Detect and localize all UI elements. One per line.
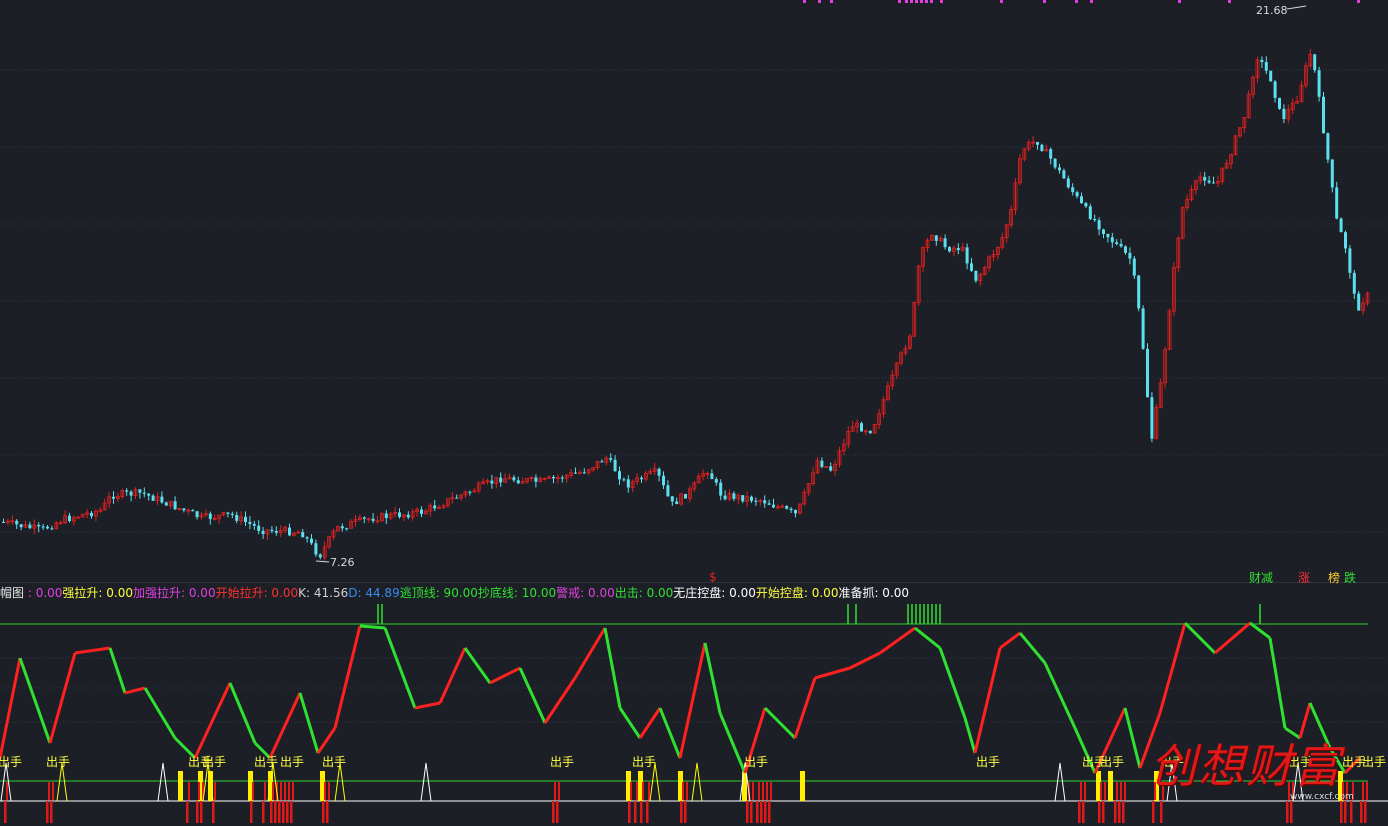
high-price-label: 21.68 bbox=[1256, 4, 1288, 17]
signal-label: 出手 bbox=[46, 755, 70, 769]
candlestick-series bbox=[2, 49, 1370, 561]
low-price-label: 7.26 bbox=[330, 556, 355, 569]
signal-dots bbox=[803, 0, 1360, 3]
low-arrow bbox=[315, 560, 330, 563]
tag-3[interactable]: 榜 bbox=[1328, 569, 1340, 586]
signal-label: 出手 bbox=[1362, 755, 1386, 769]
price-chart[interactable]: 21.68 7.26 bbox=[0, 0, 1388, 583]
watermark-url: www.cxcf.com bbox=[1290, 792, 1354, 802]
signal-label: 出手 bbox=[202, 755, 226, 769]
high-arrow bbox=[1286, 5, 1307, 10]
tag-1[interactable]: 财减 bbox=[1249, 569, 1273, 586]
signal-label: 出手 bbox=[0, 755, 22, 769]
price-grid bbox=[0, 69, 1388, 533]
tag-4[interactable]: 跌 bbox=[1344, 569, 1356, 586]
signal-label: 出手 bbox=[976, 755, 1000, 769]
signal-label: 出手 bbox=[550, 755, 574, 769]
signal-label: 出手 bbox=[632, 755, 656, 769]
signal-label: 出手 bbox=[322, 755, 346, 769]
tag-2[interactable]: 涨 bbox=[1298, 569, 1310, 586]
signal-label: 出手 bbox=[280, 755, 304, 769]
watermark-logo: 创想财富 bbox=[1150, 739, 1342, 793]
info-tags: 财减 涨 榜 跌 bbox=[0, 569, 1388, 586]
signal-label: 出手 bbox=[254, 755, 278, 769]
signal-label: 出手 bbox=[1100, 755, 1124, 769]
signal-label: 出手 bbox=[744, 755, 768, 769]
